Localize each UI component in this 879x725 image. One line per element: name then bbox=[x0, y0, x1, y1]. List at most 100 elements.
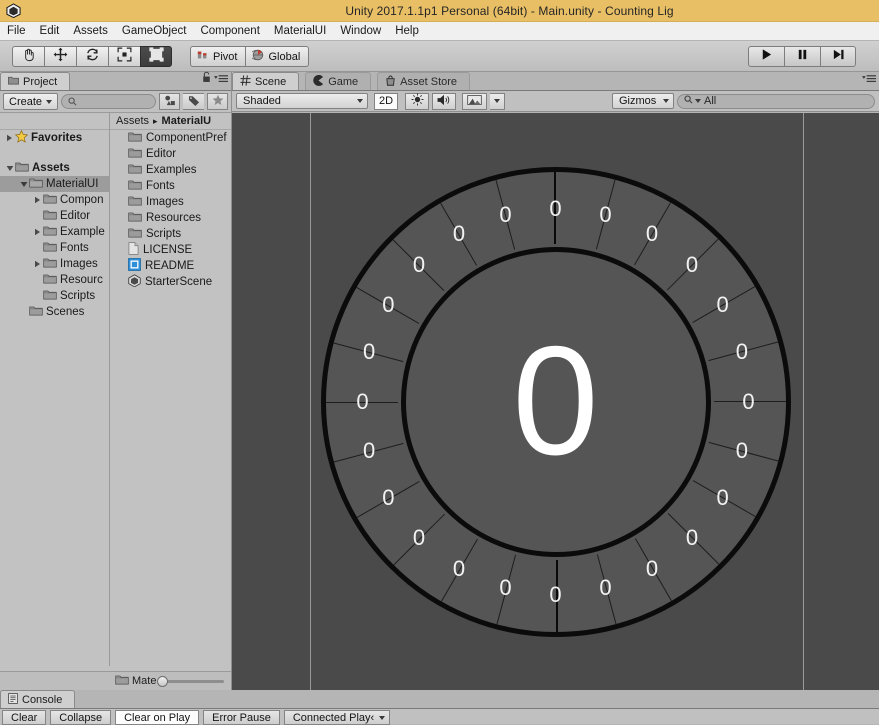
rect-tool-button[interactable] bbox=[140, 46, 172, 67]
project-footer-path: Mate bbox=[0, 674, 225, 688]
chevron-right-icon[interactable] bbox=[4, 134, 15, 142]
collapse-button[interactable]: Collapse bbox=[50, 710, 112, 725]
tab-project[interactable]: Project bbox=[0, 72, 71, 90]
tree-item-materialui[interactable]: MaterialUI bbox=[0, 176, 109, 192]
effects-dropdown-button[interactable] bbox=[490, 92, 506, 110]
wheel-segment-value: 0 bbox=[645, 555, 659, 581]
list-item[interactable]: Images bbox=[110, 194, 231, 210]
clear-button-label: Clear bbox=[11, 711, 38, 724]
folder-icon bbox=[128, 211, 142, 225]
menu-component[interactable]: Component bbox=[193, 24, 266, 39]
list-item[interactable]: README bbox=[110, 258, 231, 274]
scene-tab-controls bbox=[862, 70, 876, 88]
menu-assets[interactable]: Assets bbox=[66, 24, 115, 39]
step-forward-icon bbox=[832, 48, 845, 66]
counting-wheel: 000000000000000000000000 0 bbox=[320, 166, 791, 637]
gizmos-dropdown[interactable]: Gizmos bbox=[612, 93, 674, 109]
list-item-label: Resources bbox=[146, 212, 201, 224]
effects-toggle-button[interactable] bbox=[462, 92, 488, 110]
speaker-icon bbox=[437, 94, 451, 109]
scene-view[interactable]: 000000000000000000000000 0 bbox=[232, 113, 879, 690]
menu-edit[interactable]: Edit bbox=[33, 24, 67, 39]
create-button[interactable]: Create bbox=[3, 93, 59, 110]
chevron-down-icon bbox=[663, 99, 669, 103]
connected-player-dropdown[interactable]: Connected Play‹ bbox=[283, 710, 391, 725]
2d-toggle-button[interactable]: 2D bbox=[374, 92, 399, 110]
chevron-down-icon[interactable] bbox=[4, 165, 15, 172]
tab-game[interactable]: Game bbox=[305, 72, 372, 90]
scale-icon bbox=[117, 47, 132, 67]
tree-item-label: Editor bbox=[60, 210, 91, 222]
tree-item-favorites[interactable]: Favorites bbox=[0, 129, 109, 146]
tree-item-components[interactable]: Compon bbox=[0, 192, 109, 208]
rotate-tool-button[interactable] bbox=[76, 46, 108, 67]
menu-materialui[interactable]: MaterialUI bbox=[267, 24, 333, 39]
zoom-slider[interactable] bbox=[157, 675, 225, 687]
tab-console[interactable]: Console bbox=[0, 690, 76, 708]
tab-asset-store[interactable]: Asset Store bbox=[377, 72, 471, 90]
tree-item-editor[interactable]: Editor bbox=[0, 208, 109, 224]
lighting-toggle-button[interactable] bbox=[405, 92, 430, 110]
playback-controls bbox=[748, 46, 856, 67]
draw-mode-dropdown[interactable]: Shaded bbox=[236, 93, 368, 109]
tree-item-images[interactable]: Images bbox=[0, 256, 109, 272]
scale-tool-button[interactable] bbox=[108, 46, 140, 67]
wheel-segment-value: 0 bbox=[382, 485, 395, 510]
move-tool-button[interactable] bbox=[44, 46, 76, 67]
step-button[interactable] bbox=[820, 46, 856, 67]
chevron-right-icon[interactable] bbox=[32, 196, 43, 204]
list-item[interactable]: Examples bbox=[110, 162, 231, 178]
list-item[interactable]: LICENSE bbox=[110, 242, 231, 258]
wheel-segment-value: 0 bbox=[362, 438, 376, 464]
list-item[interactable]: Resources bbox=[110, 210, 231, 226]
type-filter-button[interactable] bbox=[159, 93, 180, 110]
scene-toolbar: Shaded 2D Gizmos All bbox=[232, 91, 879, 112]
scene-grid-icon bbox=[240, 74, 251, 89]
clear-button[interactable]: Clear bbox=[2, 710, 47, 725]
wheel-segment-value: 0 bbox=[599, 574, 612, 600]
list-item[interactable]: ComponentPref bbox=[110, 130, 231, 146]
error-pause-button[interactable]: Error Pause bbox=[203, 710, 280, 725]
menu-gameobject[interactable]: GameObject bbox=[115, 24, 194, 39]
list-item-label: ComponentPref bbox=[146, 132, 227, 144]
menu-file[interactable]: File bbox=[0, 24, 33, 39]
hand-tool-button[interactable] bbox=[12, 46, 44, 67]
chevron-down-icon[interactable] bbox=[18, 181, 29, 188]
zoom-slider-knob[interactable] bbox=[157, 675, 169, 687]
lock-icon[interactable] bbox=[202, 70, 211, 88]
tree-item-examples[interactable]: Example bbox=[0, 224, 109, 240]
menu-help[interactable]: Help bbox=[388, 24, 426, 39]
tree-item-resources[interactable]: Resourc bbox=[0, 272, 109, 288]
audio-toggle-button[interactable] bbox=[432, 92, 457, 110]
tree-item-assets[interactable]: Assets bbox=[0, 160, 109, 176]
handle-space-button[interactable]: Global bbox=[245, 46, 310, 67]
panel-menu-icon[interactable] bbox=[862, 70, 876, 88]
list-item[interactable]: Scripts bbox=[110, 226, 231, 242]
tree-item-scripts[interactable]: Scripts bbox=[0, 288, 109, 304]
breadcrumb-root[interactable]: Assets bbox=[116, 115, 149, 127]
clear-on-play-button[interactable]: Clear on Play bbox=[115, 710, 200, 725]
pivot-mode-button[interactable]: Pivot bbox=[190, 46, 246, 67]
chevron-right-icon[interactable] bbox=[32, 260, 43, 268]
list-item[interactable]: Editor bbox=[110, 146, 231, 162]
tab-scene[interactable]: Scene bbox=[232, 72, 300, 90]
pause-button[interactable] bbox=[784, 46, 820, 67]
favorites-filter-button[interactable] bbox=[207, 93, 228, 110]
menu-window[interactable]: Window bbox=[333, 24, 388, 39]
tree-item-scenes[interactable]: Scenes bbox=[0, 304, 109, 320]
pivot-icon bbox=[197, 49, 209, 64]
panel-menu-icon[interactable] bbox=[214, 70, 228, 88]
list-item[interactable]: Fonts bbox=[110, 178, 231, 194]
window-title: Unity 2017.1.1p1 Personal (64bit) - Main… bbox=[345, 3, 674, 18]
list-item-label: Editor bbox=[146, 148, 177, 160]
label-filter-button[interactable] bbox=[183, 93, 204, 110]
move-arrows-icon bbox=[53, 47, 68, 67]
tree-item-fonts[interactable]: Fonts bbox=[0, 240, 109, 256]
play-button[interactable] bbox=[748, 46, 784, 67]
wheel-segment-value: 0 bbox=[735, 338, 749, 364]
project-file-list: Assets ▸ MaterialU ComponentPref Editor bbox=[110, 113, 231, 666]
scene-search-input[interactable]: All bbox=[677, 93, 875, 109]
search-input[interactable] bbox=[61, 94, 156, 109]
list-item[interactable]: StarterScene bbox=[110, 274, 231, 290]
chevron-right-icon[interactable] bbox=[32, 228, 43, 236]
